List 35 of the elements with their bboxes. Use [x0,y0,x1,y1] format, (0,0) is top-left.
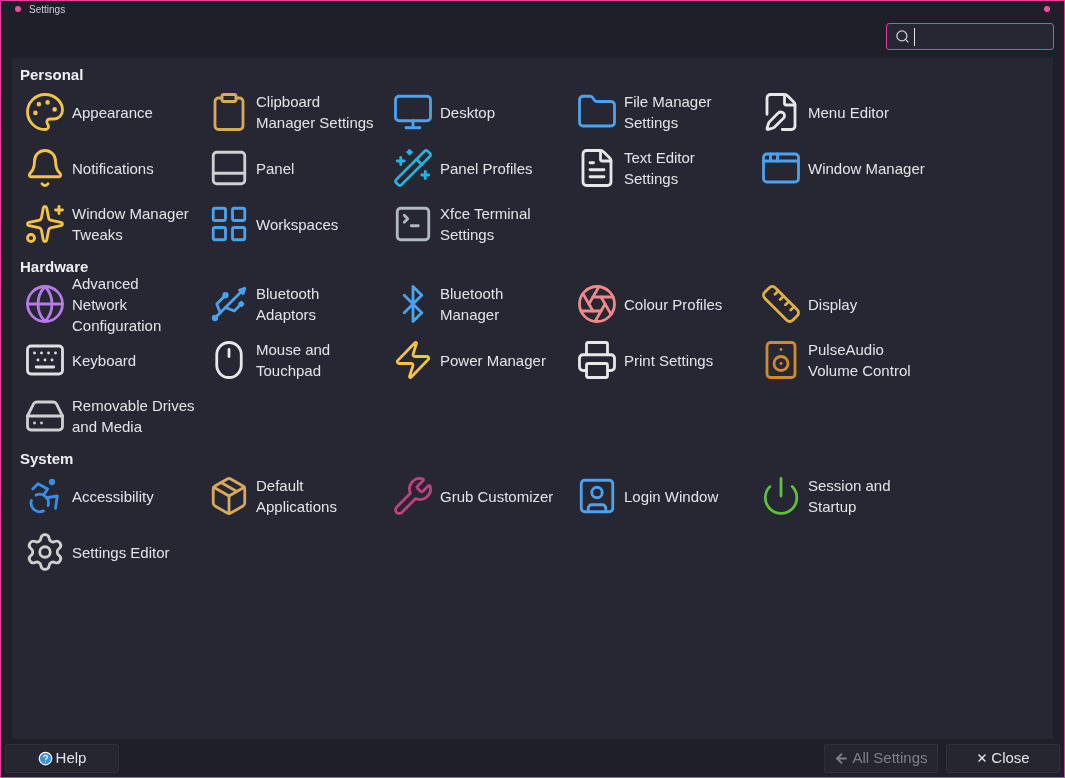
settings-item[interactable]: Clipboard Manager Settings [204,84,388,140]
section-heading: Hardware [20,258,90,276]
settings-item[interactable]: Colour Profiles [572,276,756,332]
settings-item[interactable]: Bluetooth Manager [388,276,572,332]
settings-item[interactable]: PulseAudio Volume Control [756,332,940,388]
settings-item[interactable]: Login Window [572,468,756,524]
settings-item[interactable]: File Manager Settings [572,84,756,140]
settings-item[interactable]: Xfce Terminal Settings [388,196,572,252]
settings-item[interactable]: Removable Drives and Media [20,388,204,444]
section-heading: System [20,450,75,468]
settings-item[interactable]: Advanced Network Configuration [20,276,204,332]
settings-item[interactable]: Appearance [20,84,204,140]
settings-item[interactable]: Window Manager Tweaks [20,196,204,252]
settings-item[interactable]: Window Manager [756,140,940,196]
settings-item[interactable]: Print Settings [572,332,756,388]
settings-item[interactable]: Display [756,276,940,332]
settings-item[interactable]: Default Applications [204,468,388,524]
settings-item[interactable]: Accessibility [20,468,204,524]
settings-item[interactable]: Text Editor Settings [572,140,756,196]
settings-item[interactable]: Power Manager [388,332,572,388]
settings-item[interactable]: Panel [204,140,388,196]
help-button[interactable]: Help [5,743,119,773]
settings-item[interactable]: Settings Editor [20,524,204,580]
section-heading: Personal [20,66,85,84]
settings-item[interactable]: Session and Startup [756,468,940,524]
settings-item[interactable]: Mouse and Touchpad [204,332,388,388]
close-button[interactable]: Close [946,743,1060,773]
settings-item[interactable]: Menu Editor [756,84,940,140]
settings-item[interactable]: Panel Profiles [388,140,572,196]
settings-item[interactable]: Grub Customizer [388,468,572,524]
settings-item[interactable]: Bluetooth Adaptors [204,276,388,332]
settings-item[interactable]: Notifications [20,140,204,196]
settings-item[interactable]: Workspaces [204,196,388,252]
window-title: Settings [29,2,66,17]
settings-item[interactable]: Desktop [388,84,572,140]
